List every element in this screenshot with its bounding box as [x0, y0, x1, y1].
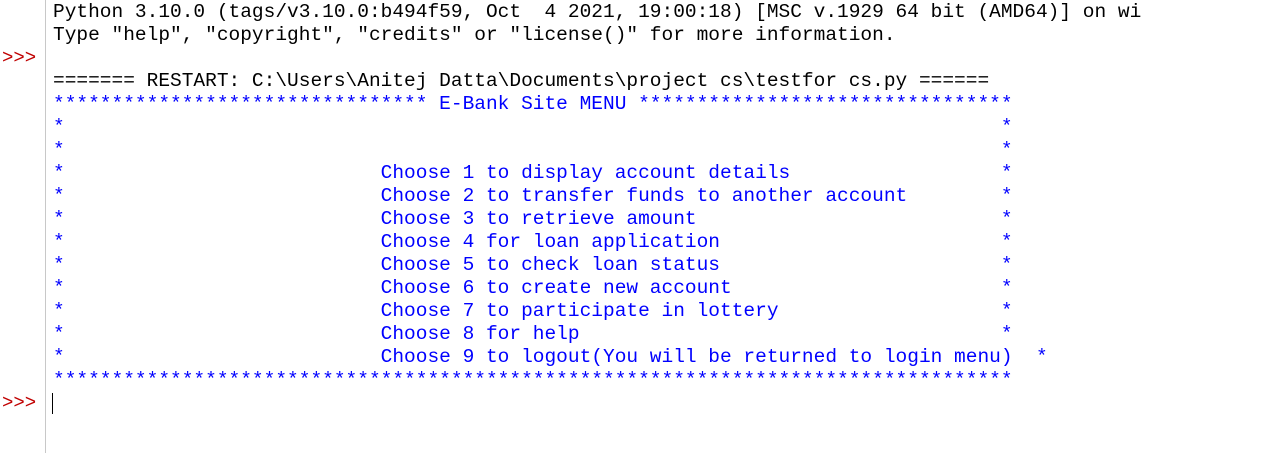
- menu-option-9: * Choose 9 to logout(You will be returne…: [53, 346, 1048, 368]
- restart-banner: ======= RESTART: C:\Users\Anitej Datta\D…: [53, 70, 990, 92]
- python-banner: Python 3.10.0 (tags/v3.10.0:b494f59, Oct…: [53, 1, 1142, 23]
- menu-option-7: * Choose 7 to participate in lottery *: [53, 300, 1013, 322]
- menu-option-8: * Choose 8 for help *: [53, 323, 1013, 345]
- menu-option-1: * Choose 1 to display account details *: [53, 162, 1013, 184]
- menu-top-border: ******************************** E-Bank …: [53, 93, 1013, 115]
- shell-prompt: >>>: [2, 47, 37, 69]
- menu-option-2: * Choose 2 to transfer funds to another …: [53, 185, 1013, 207]
- text-cursor: [52, 393, 53, 414]
- help-hint: Type "help", "copyright", "credits" or "…: [53, 24, 896, 46]
- menu-line: * *: [53, 116, 1013, 138]
- input-line[interactable]: [53, 392, 1261, 415]
- shell-output-area[interactable]: Python 3.10.0 (tags/v3.10.0:b494f59, Oct…: [53, 1, 1261, 453]
- menu-line: * *: [53, 139, 1013, 161]
- menu-option-5: * Choose 5 to check loan status *: [53, 254, 1013, 276]
- menu-bottom-border: ****************************************…: [53, 369, 1013, 391]
- shell-prompt-active: >>>: [2, 392, 37, 414]
- menu-option-4: * Choose 4 for loan application *: [53, 231, 1013, 253]
- menu-option-6: * Choose 6 to create new account *: [53, 277, 1013, 299]
- menu-option-3: * Choose 3 to retrieve amount *: [53, 208, 1013, 230]
